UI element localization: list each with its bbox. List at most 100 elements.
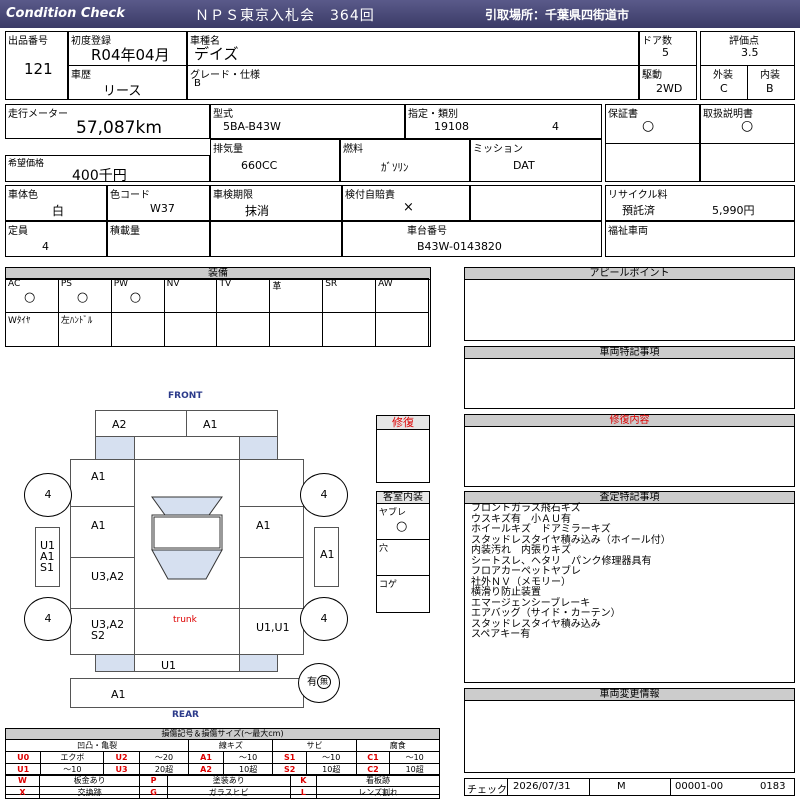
spec-box: 指定・類別 19108 4: [405, 104, 602, 139]
inspection-label: 車検期限: [213, 190, 253, 201]
legend-panel: 損傷記号＆損傷サイズ(〜最大cm) 凹凸・亀裂 線キズ サビ 腐食 U0 エクボ …: [4, 728, 441, 799]
tire-rear-left: 4: [24, 597, 72, 641]
color-code-box: 色コード W37: [107, 185, 210, 221]
note-item: エアバッグ（サイド・カーテン）: [471, 608, 621, 619]
legend-group-dent: 凹凸・亀裂: [4, 739, 190, 752]
ext: C: [720, 82, 728, 95]
change-info-title: 車両変更情報: [465, 689, 794, 701]
ext-label: 外装: [713, 70, 733, 81]
auction-title: ＮＰＳ東京入札会 364回: [195, 8, 375, 24]
manual-mark: ○: [741, 118, 754, 134]
note-item: 横滑り防止装置: [471, 587, 541, 598]
rear-panel: U1: [161, 659, 177, 672]
interior-box: 客室内装 ヤブレ ○ 穴 コゲ: [376, 491, 430, 613]
manual-box: 取扱説明書 ○: [700, 104, 795, 182]
mission-box: ミッション DAT: [470, 139, 602, 182]
first-reg: R04年04月: [91, 46, 170, 64]
int-label: 内装: [760, 70, 780, 81]
lot-label: 出品番号: [8, 36, 48, 47]
headlight-left: [95, 436, 135, 460]
score-label: 評価点: [729, 36, 759, 47]
equip-blank: [322, 312, 377, 347]
brand-title: Condition Check: [6, 6, 125, 21]
price: 400千円: [72, 168, 127, 184]
recycle-label: リサイクル料: [608, 190, 668, 201]
fuel-label: 燃料: [343, 144, 363, 155]
car-diagram: FRONT REAR A2 A1 A1 A1 U3,A2 U3,A2 S2 A1…: [0, 385, 380, 725]
blank-box-4: [210, 221, 342, 257]
equip-blank: [216, 312, 271, 347]
fender-left: A1: [70, 459, 135, 507]
color-box: 車体色 白: [5, 185, 107, 221]
mileage-box: 走行メーター 57,087km: [5, 104, 210, 139]
trunk-area: trunk: [134, 608, 240, 655]
spare-tire: 有無: [298, 663, 340, 703]
inspection: 抹消: [245, 204, 270, 218]
repair-detail-title: 修復内容: [465, 415, 794, 427]
spec-type: 19108: [434, 120, 469, 133]
tire-rear-right: 4: [300, 597, 348, 641]
doors-box: ドア数 5: [639, 31, 697, 66]
door-left-front: A1: [70, 506, 135, 558]
door-left-rear: U3,A2: [70, 557, 135, 609]
load-box: 積載量: [107, 221, 210, 257]
displacement-label: 排気量: [213, 144, 243, 155]
interior-hole: 穴: [377, 540, 429, 576]
inspection-box: 車検期限 抹消: [210, 185, 342, 221]
change-info-panel: 車両変更情報: [464, 688, 795, 773]
price-label: 希望価格: [8, 159, 45, 169]
equip-ps: PS ○: [57, 278, 112, 313]
color-label: 車体色: [8, 190, 38, 201]
history-label: 車歴: [71, 70, 91, 81]
spec-class: 4: [552, 120, 559, 133]
rear-bottom: A1: [70, 678, 304, 708]
equipment-panel: 装備 AC ○ PS ○ PW ○ NV TV 革 SR AW Wﾀｲﾔ 左ﾊﾝﾄﾞﾙ: [5, 267, 431, 347]
equip-leather: 革: [269, 278, 324, 313]
color-code: W37: [150, 202, 175, 215]
chassis-label: 車台番号: [407, 226, 447, 237]
legend-group-rust: サビ: [272, 739, 357, 752]
color-code-label: 色コード: [110, 190, 150, 201]
quarter-left: U3,A2 S2: [70, 608, 135, 655]
insurance-box: 検付自賠責 ×: [342, 185, 470, 221]
history-box: 車歴 リース: [68, 65, 187, 100]
ext-box: 外装 C: [700, 65, 748, 100]
interior-burn: コゲ: [379, 580, 398, 590]
recycle-status: 預託済: [622, 204, 655, 217]
note-item: 内装汚れ 内張りキズ: [471, 545, 571, 556]
note-item: ホイールキズ ドアミラーキズ: [471, 524, 611, 535]
warranty-label: 保証書: [608, 109, 638, 120]
model: 5BA-B43W: [223, 120, 281, 133]
equip-aw: AW: [375, 278, 429, 313]
warranty-box: 保証書 ○: [605, 104, 700, 182]
check-date: 2026/07/31: [513, 781, 571, 792]
tire-front-left: 4: [24, 473, 72, 517]
repair-title: 修復: [377, 416, 429, 430]
check-code2: 0183: [760, 781, 786, 792]
equip-sr: SR: [322, 278, 377, 313]
legend-codes: W 板金あり P 塗装あり K 看板跡 X 交換跡 G ガラスヒビ L レンズ割れ: [5, 774, 440, 799]
fuel: ｶﾞｿﾘﾝ: [381, 161, 409, 174]
mileage-label: 走行メーター: [8, 109, 68, 120]
mission: DAT: [513, 159, 535, 172]
equip-blank: [269, 312, 324, 347]
equip-left-handle: 左ﾊﾝﾄﾞﾙ: [57, 312, 112, 347]
check-mark: M: [617, 781, 626, 792]
model-label: 型式: [213, 109, 233, 120]
drive-label: 駆動: [642, 70, 662, 81]
displacement-box: 排気量 660CC: [210, 139, 340, 182]
mission-label: ミッション: [473, 144, 523, 155]
warranty-mark: ○: [642, 118, 655, 134]
welfare-box: 福祉車両: [605, 221, 795, 257]
header-bar: Condition Check ＮＰＳ東京入札会 364回 引取場所：千葉県四街…: [0, 0, 800, 28]
color: 白: [52, 204, 65, 218]
equip-nv: NV: [163, 278, 218, 313]
fuel-box: 燃料 ｶﾞｿﾘﾝ: [340, 139, 470, 182]
drive-box: 駆動 2WD: [639, 65, 697, 100]
door-right-rear: [239, 557, 304, 609]
price-box: 希望価格 400千円: [5, 155, 210, 184]
fender-right: [239, 459, 304, 507]
model-box: 型式 5BA-B43W: [210, 104, 405, 139]
first-reg-box: 初度登録 R04年04月: [68, 31, 187, 66]
special-panel: 車両特記事項: [464, 346, 795, 409]
